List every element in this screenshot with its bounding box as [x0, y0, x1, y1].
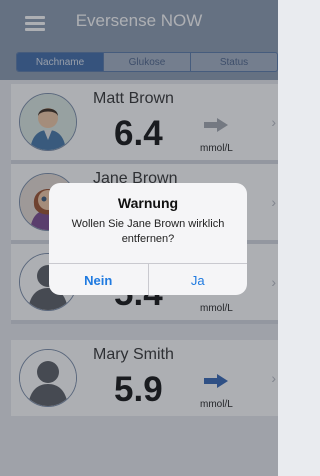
warning-dialog: Warnung Wollen Sie Jane Brown wirklich e…: [49, 183, 247, 295]
confirm-button[interactable]: Ja: [147, 264, 248, 295]
dialog-buttons: Nein Ja: [49, 263, 247, 295]
dialog-message: Wollen Sie Jane Brown wirklich entfernen…: [71, 218, 225, 245]
dialog-title: Warnung: [117, 195, 179, 211]
cancel-button[interactable]: Nein: [49, 264, 148, 295]
